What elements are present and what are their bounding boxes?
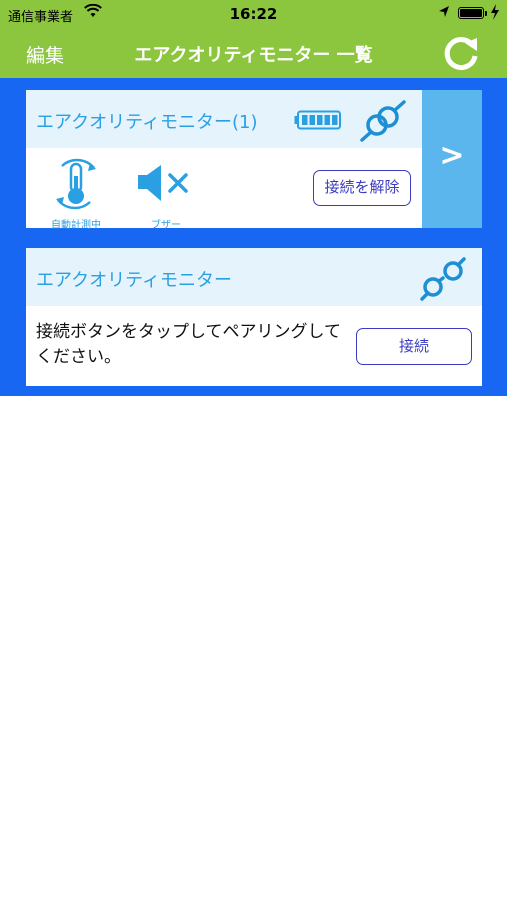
link-connected-icon — [360, 100, 406, 142]
location-arrow-icon — [439, 6, 449, 17]
status-time: 16:22 — [229, 5, 278, 23]
device-card-connected: エアクオリティモニター(1) 自動計測中 ブザー 接続を解除 — [26, 90, 422, 231]
page-title: エアクオリティモニター 一覧 — [134, 45, 373, 66]
device-detail-button[interactable]: > — [422, 90, 482, 228]
device-name: エアクオリティモニター — [36, 270, 233, 291]
chevron-right-icon: > — [439, 138, 465, 173]
battery-full-icon — [294, 110, 341, 130]
pairing-instruction: 接続ボタンをタップしてペアリングしてください。 — [36, 322, 341, 367]
navigation-bar: 編集 エアクオリティモニター 一覧 — [0, 28, 507, 78]
buzzer-label: ブザー — [151, 220, 181, 231]
device-card-header: エアクオリティモニター — [26, 248, 482, 306]
status-bar: 通信事業者 16:22 — [0, 0, 507, 28]
charging-bolt-icon — [491, 4, 499, 20]
auto-measure-thermometer-icon — [56, 158, 96, 210]
connect-button[interactable]: 接続 — [356, 328, 472, 365]
disconnect-button[interactable]: 接続を解除 — [313, 170, 411, 206]
device-card-disconnected: エアクオリティモニター 接続ボタンをタップしてペアリングしてください。 接続 — [26, 248, 482, 386]
link-broken-icon — [420, 257, 466, 301]
refresh-icon[interactable] — [440, 32, 482, 74]
auto-measure-label: 自動計測中 — [51, 220, 101, 231]
buzzer-muted-icon — [138, 165, 188, 201]
battery-status-icon — [458, 7, 487, 19]
device-card-header: エアクオリティモニター(1) — [26, 90, 422, 148]
device-name: エアクオリティモニター(1) — [36, 112, 258, 133]
